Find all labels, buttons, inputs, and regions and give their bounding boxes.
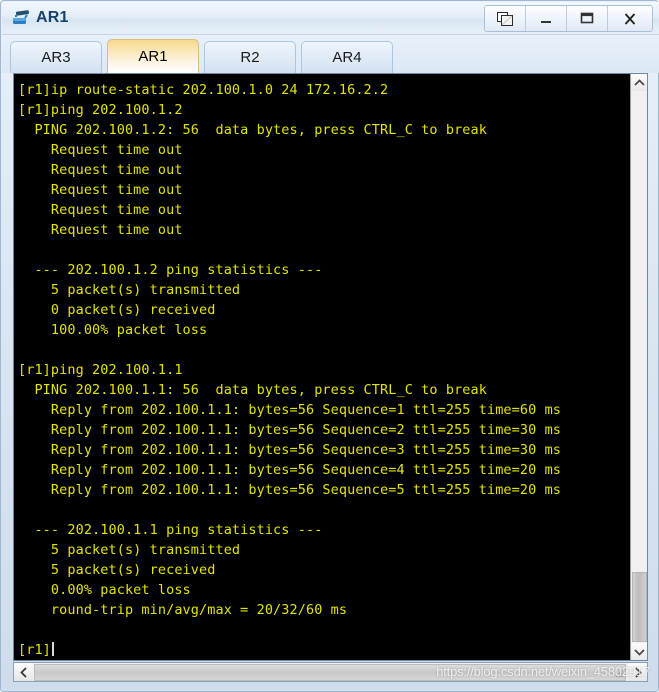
window-controls [484, 5, 653, 32]
terminal-line: Reply from 202.100.1.1: bytes=56 Sequenc… [18, 482, 562, 498]
chevron-left-icon [19, 666, 27, 678]
terminal-line: [r1]ip route-static 202.100.1.0 24 172.1… [18, 82, 389, 98]
terminal-line: PING 202.100.1.1: 56 data bytes, press C… [18, 382, 487, 398]
terminal-line: Request time out [18, 142, 183, 158]
terminal-line: [r1]ping 202.100.1.1 [18, 362, 183, 378]
tab-label: AR4 [332, 49, 362, 66]
terminal-line: Request time out [18, 182, 183, 198]
terminal-line: 5 packet(s) received [18, 562, 216, 578]
terminal-line: Request time out [18, 162, 183, 178]
restore-windows-button[interactable] [485, 6, 526, 31]
terminal-line: Reply from 202.100.1.1: bytes=56 Sequenc… [18, 462, 562, 478]
terminal-line: 0.00% packet loss [18, 582, 191, 598]
terminal-output[interactable]: [r1]ip route-static 202.100.1.0 24 172.1… [14, 74, 632, 660]
tab-ar3[interactable]: AR3 [10, 41, 102, 73]
scroll-right-button[interactable] [628, 663, 647, 681]
terminal-line: Reply from 202.100.1.1: bytes=56 Sequenc… [18, 402, 562, 418]
terminal-line: Request time out [18, 222, 183, 238]
minimize-button[interactable] [526, 6, 567, 31]
maximize-icon [579, 12, 595, 25]
terminal-line: [r1]ping 202.100.1.2 [18, 102, 183, 118]
chevron-up-icon [633, 78, 645, 86]
horizontal-scroll-thumb[interactable] [34, 664, 626, 681]
scroll-up-button[interactable] [631, 74, 647, 91]
window-title: AR1 [36, 9, 69, 26]
minimize-icon [538, 13, 554, 25]
close-icon [622, 12, 638, 26]
terminal-line: --- 202.100.1.1 ping statistics --- [18, 522, 323, 538]
terminal-line: Request time out [18, 202, 183, 218]
terminal-line: 5 packet(s) transmitted [18, 282, 241, 298]
vertical-scrollbar[interactable] [630, 74, 647, 660]
terminal-window: AR1 AR3 AR1 R2 AR4 [r1]ip route-static 2… [0, 0, 659, 692]
maximize-button[interactable] [567, 6, 608, 31]
tab-ar4[interactable]: AR4 [301, 41, 393, 73]
terminal-line: 0 packet(s) received [18, 302, 216, 318]
tab-label: R2 [240, 49, 260, 66]
terminal-line: PING 202.100.1.2: 56 data bytes, press C… [18, 122, 487, 138]
terminal-cursor [51, 642, 54, 656]
resize-grip-icon [615, 670, 623, 678]
cascade-windows-icon [497, 11, 513, 26]
terminal-line: 5 packet(s) transmitted [18, 542, 241, 558]
window-titlebar[interactable]: AR1 [2, 2, 659, 35]
chevron-down-icon [633, 648, 645, 656]
terminal-line: Reply from 202.100.1.1: bytes=56 Sequenc… [18, 442, 562, 458]
terminal-line: --- 202.100.1.2 ping statistics --- [18, 262, 323, 278]
tab-r2[interactable]: R2 [204, 41, 296, 73]
router-icon [10, 7, 32, 29]
tab-ar1[interactable]: AR1 [107, 39, 199, 73]
terminal-line: Reply from 202.100.1.1: bytes=56 Sequenc… [18, 422, 562, 438]
scroll-down-button[interactable] [631, 643, 647, 660]
tab-label: AR1 [138, 48, 168, 65]
tab-label: AR3 [41, 49, 71, 66]
device-tab-bar: AR3 AR1 R2 AR4 [2, 35, 659, 73]
terminal-line: 100.00% packet loss [18, 322, 208, 338]
scroll-left-button[interactable] [14, 663, 33, 681]
chevron-right-icon [634, 666, 642, 678]
vertical-scroll-thumb[interactable] [632, 572, 647, 642]
terminal-panel: [r1]ip route-static 202.100.1.0 24 172.1… [13, 73, 648, 661]
terminal-line: round-trip min/avg/max = 20/32/60 ms [18, 602, 348, 618]
terminal-line: [r1] [18, 640, 632, 660]
close-button[interactable] [608, 6, 652, 31]
horizontal-scrollbar[interactable] [13, 662, 648, 682]
